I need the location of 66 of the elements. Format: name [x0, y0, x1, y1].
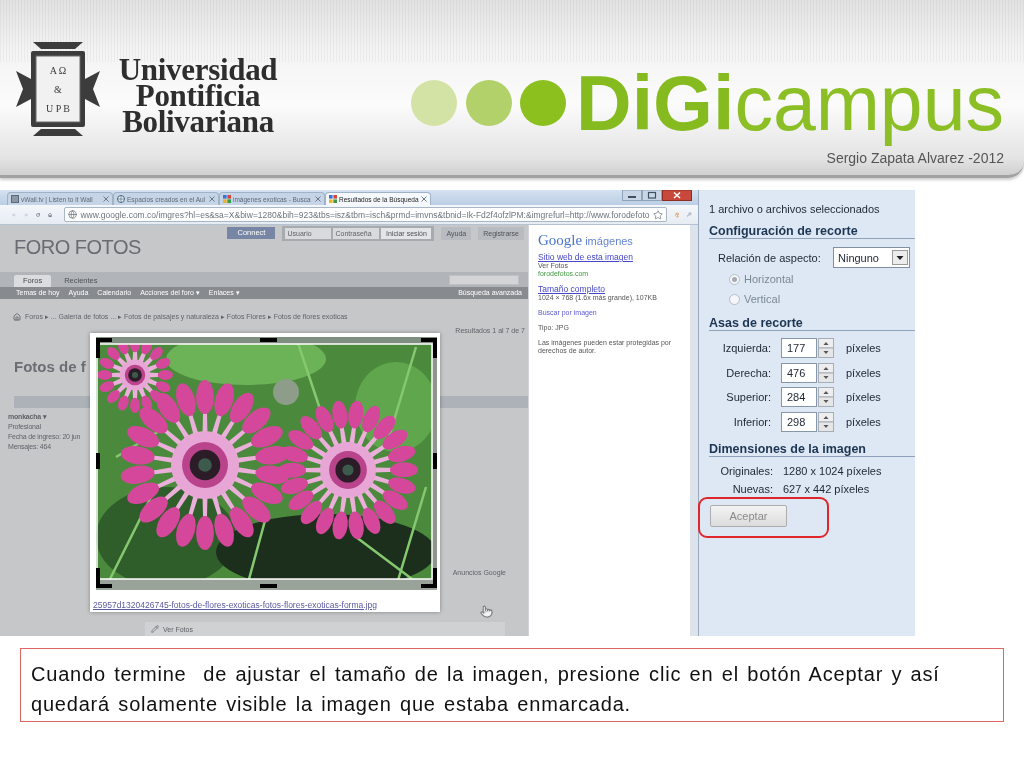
field-label: Originales: — [719, 464, 773, 477]
maximize-icon[interactable] — [642, 190, 662, 201]
spinner-icon[interactable] — [818, 362, 834, 383]
selection-status: 1 archivo o archivos seleccionados — [709, 202, 880, 216]
close-icon[interactable] — [662, 190, 692, 201]
dimension-value: 627 x 442 píxeles — [783, 482, 870, 495]
number-field[interactable]: 298 — [781, 411, 817, 432]
author-credit: Sergio Zapata Alvarez -2012 — [826, 150, 1004, 166]
crop-handle[interactable] — [260, 338, 277, 342]
university-name: Universidad Pontificia Bolivariana — [117, 57, 279, 137]
address-field[interactable]: www.google.com.co/imgres?hl=es&sa=X&biw=1280&bih=923&tbs=isz&tbm=isch&prmd=imvns&tbnid=Ik-Fd2f4ofzlPM:&imgrefurl=http://www.forodefoto — [64, 207, 667, 222]
minimize-icon[interactable] — [622, 190, 642, 201]
crop-handle[interactable] — [433, 453, 437, 469]
unit-label: píxeles — [846, 366, 881, 379]
unit-label: píxeles — [846, 415, 881, 428]
unit-label: píxeles — [846, 342, 881, 354]
dot-icon — [520, 80, 567, 126]
wrench-icon[interactable] — [687, 209, 692, 220]
crop-handle[interactable] — [421, 338, 437, 358]
crop-handle[interactable] — [421, 568, 437, 588]
field-label: Nuevas: — [731, 482, 773, 495]
close-icon[interactable] — [421, 196, 427, 202]
field-label: Inferior: — [732, 415, 771, 428]
globe-icon — [117, 195, 125, 203]
thread-title: Fotos de f — [14, 358, 86, 375]
crop-handle[interactable] — [96, 568, 112, 588]
pencil-icon — [151, 625, 159, 633]
hand-cursor-icon — [480, 605, 493, 618]
search-field[interactable] — [449, 274, 519, 285]
globe-icon — [68, 210, 78, 219]
shield-letters: & — [54, 84, 62, 96]
shield-letters: U P B — [45, 103, 71, 116]
product-label: imágenes — [585, 235, 633, 247]
square-icon — [11, 195, 19, 203]
dimension-value: 1280 x 1024 píxeles — [783, 464, 882, 477]
spinner-icon[interactable] — [818, 411, 834, 432]
crop-handle[interactable] — [96, 338, 112, 358]
instruction-caption: Cuando termine de ajustar el tamaño de la imagen, presione clic en el botón Aceptar y así quedará solamente visible la imagen que estaba enmarcada. — [20, 648, 1004, 722]
field-label: Relación de aspecto: — [718, 251, 821, 264]
section-heading: Configuración de recorte — [709, 224, 915, 239]
dot-icon — [411, 80, 458, 126]
result-link[interactable]: Tamaño completo — [538, 285, 606, 294]
spinner-icon[interactable] — [818, 387, 834, 407]
crop-handle[interactable] — [260, 584, 277, 588]
field-label: Superior: — [725, 391, 771, 403]
aspect-select[interactable]: Ninguno — [833, 247, 910, 268]
number-field[interactable]: 284 — [781, 387, 817, 407]
forum-title: FORO FOTOS — [14, 235, 141, 260]
image-filename-link[interactable]: 25957d1320426745-fotos-de-flores-exoticas-fotos-flores-exoticas-forma.jpg — [93, 600, 377, 610]
number-field[interactable]: 177 — [781, 338, 817, 358]
section-heading: Dimensiones de la imagen — [709, 441, 915, 457]
google-logo-text: Google — [538, 232, 583, 248]
grid-icon — [329, 195, 337, 203]
shield-letters: A Ω — [49, 64, 67, 77]
crop-handle[interactable] — [96, 453, 100, 469]
result-link[interactable]: Sitio web de esta imagen — [538, 253, 633, 262]
section-heading: Asas de recorte — [709, 316, 915, 331]
field-label: Izquierda: — [721, 342, 771, 354]
dot-icon — [466, 80, 513, 126]
number-field[interactable]: 476 — [781, 362, 817, 383]
grid-icon — [223, 195, 231, 203]
spinner-icon[interactable] — [818, 338, 834, 358]
unit-label: píxeles — [846, 391, 881, 403]
home-icon[interactable] — [13, 313, 21, 321]
star-icon[interactable] — [652, 209, 663, 220]
field-label: Derecha: — [725, 366, 771, 379]
